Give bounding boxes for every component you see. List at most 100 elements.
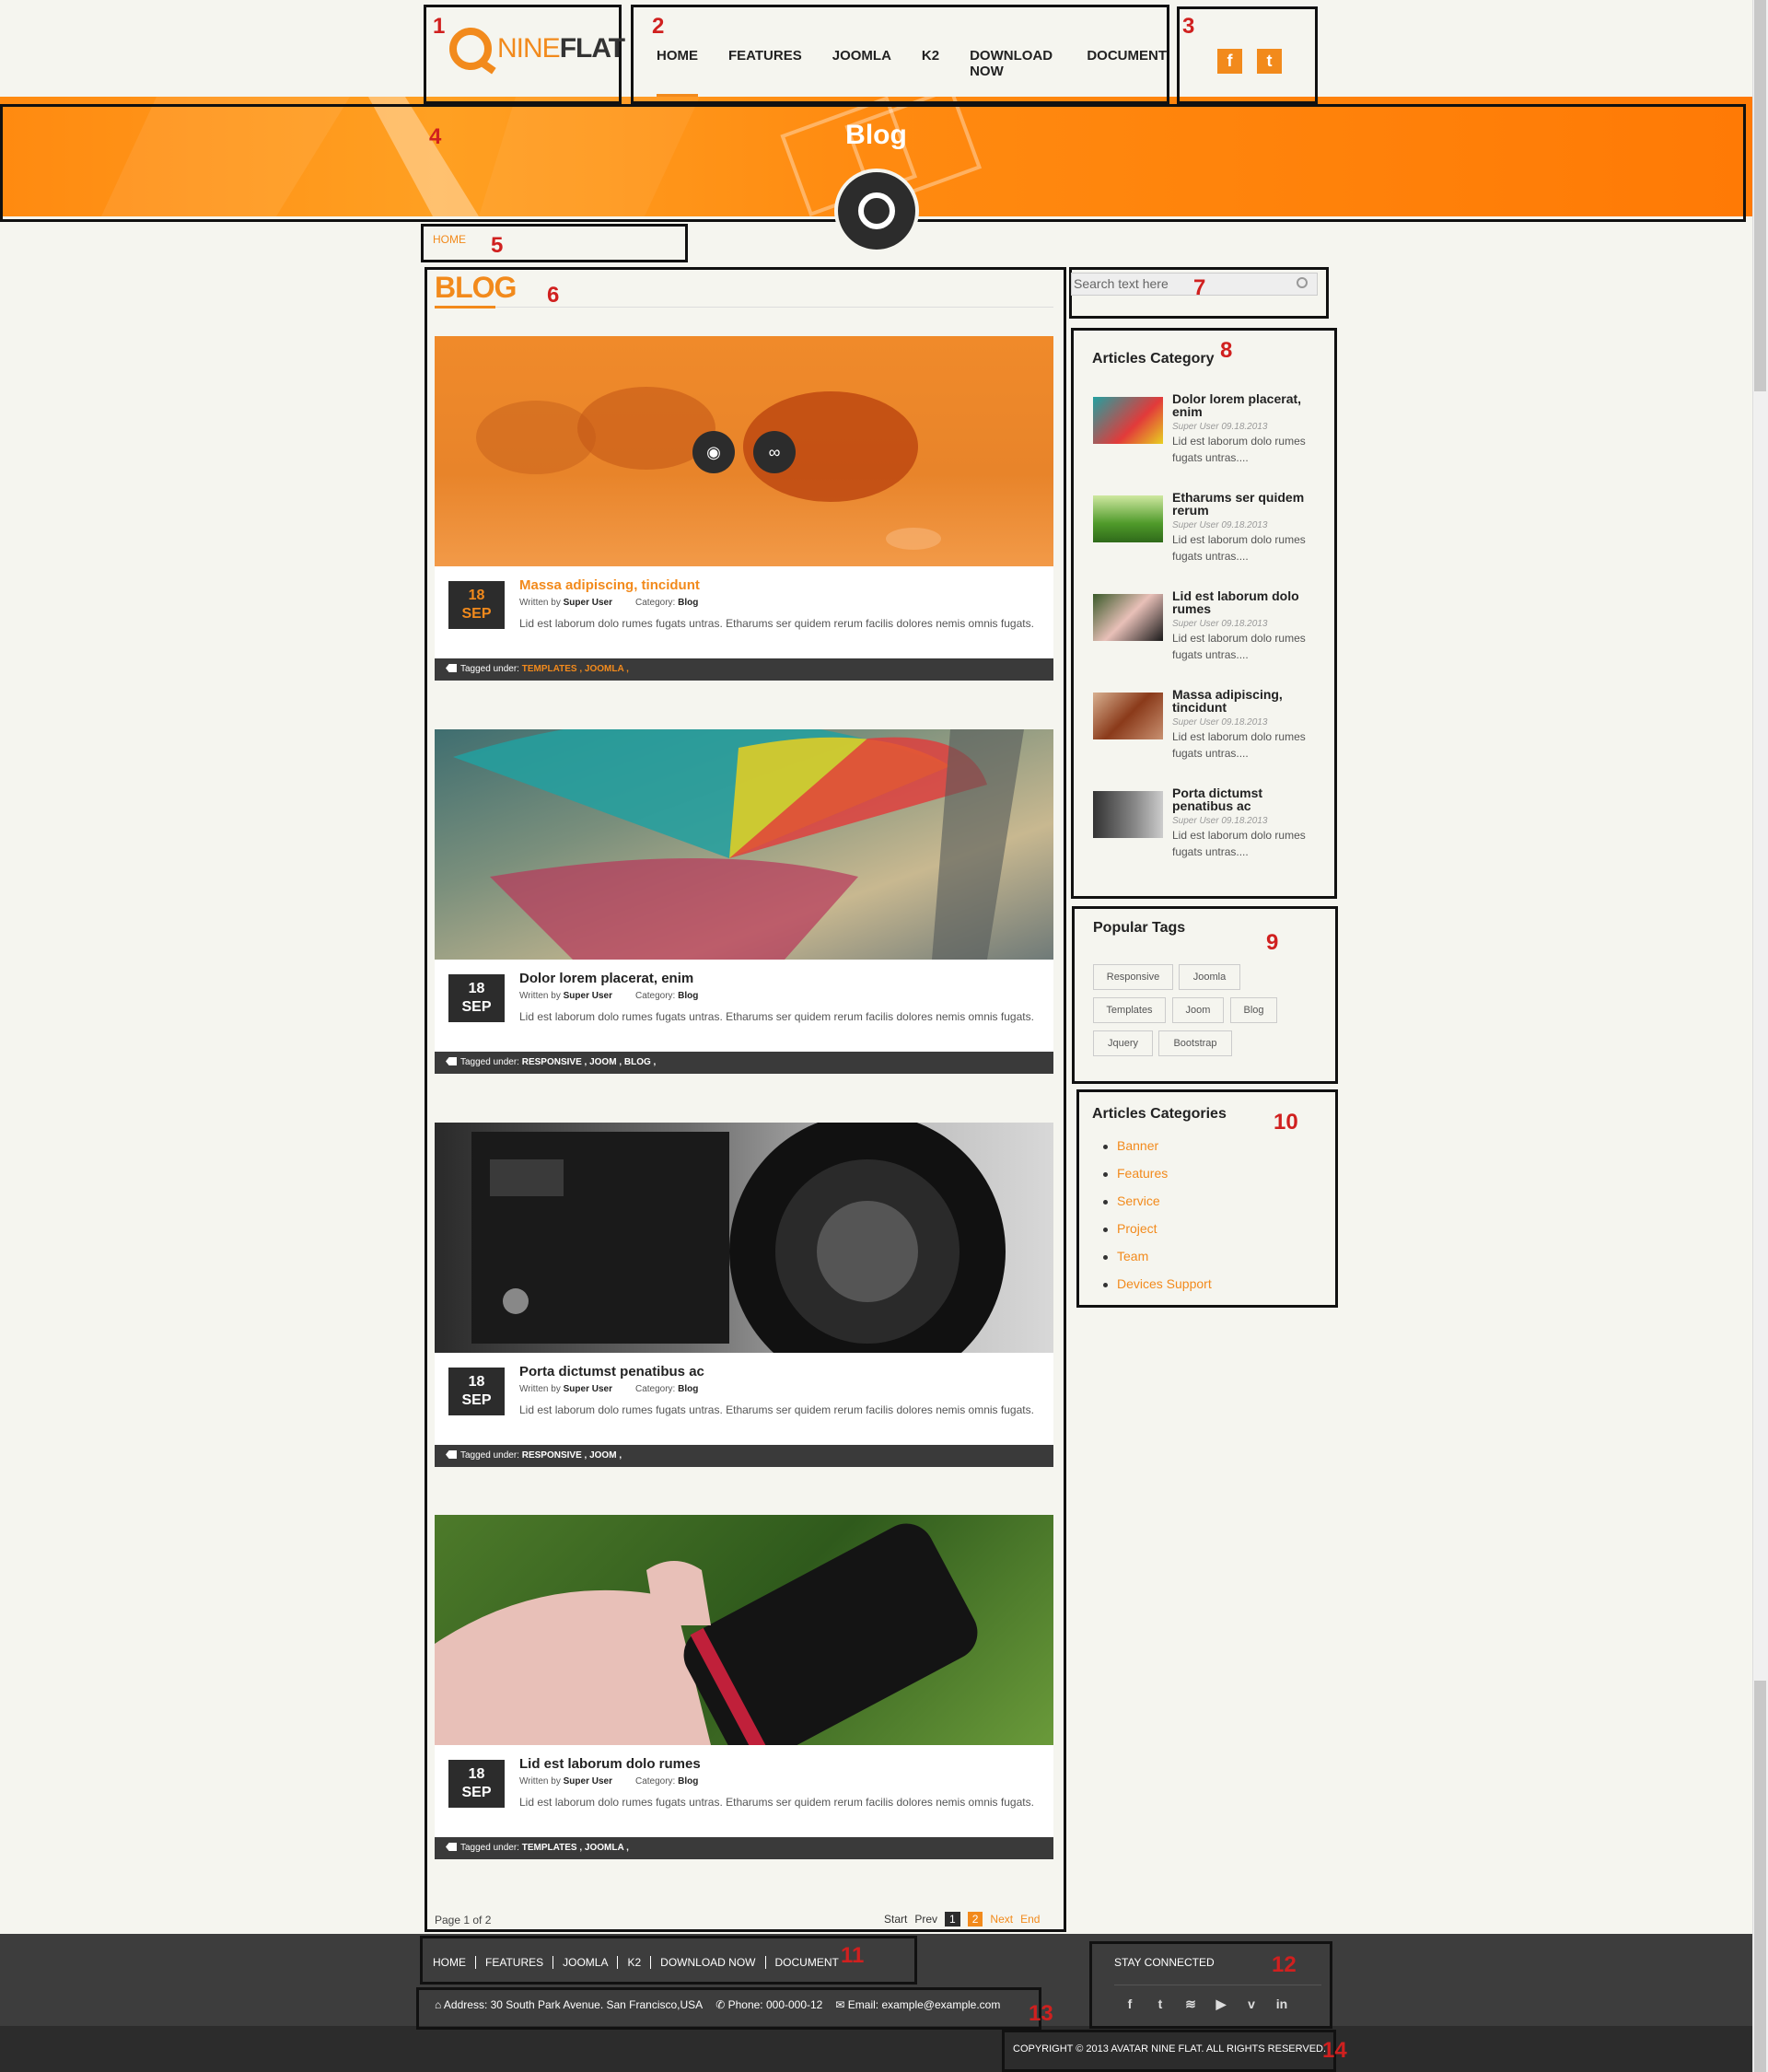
youtube-icon[interactable]: ▶ <box>1214 1996 1228 2012</box>
rss-icon[interactable]: ≋ <box>1183 1996 1198 2012</box>
list-item[interactable]: Massa adipiscing, tincidunt Super User 0… <box>1093 688 1323 771</box>
footer-nav-document[interactable]: DOCUMENT <box>764 1956 848 1969</box>
address-line: ⌂ Address: 30 South Park Avenue. San Fra… <box>435 1998 704 2011</box>
pager-end[interactable]: End <box>1020 1913 1040 1926</box>
list-item-title[interactable]: Lid est laborum dolo rumes <box>1172 589 1320 615</box>
list-item-meta: Super User 09.18.2013 <box>1172 717 1268 728</box>
facebook-icon[interactable]: f <box>1217 49 1242 74</box>
tag-blog[interactable]: Blog <box>1230 997 1277 1023</box>
nav-document[interactable]: DOCUMENT <box>1087 48 1167 79</box>
article-tags: Tagged under: RESPONSIVE , JOOM , <box>435 1445 1053 1467</box>
article-thumbnail[interactable] <box>1093 791 1163 838</box>
article-tag-links[interactable]: TEMPLATES , JOOMLA , <box>522 1843 629 1853</box>
articles-category-panel: Articles Category Dolor lorem placerat, … <box>1071 328 1337 899</box>
article-thumbnail[interactable] <box>1093 693 1163 739</box>
list-item-meta: Super User 09.18.2013 <box>1172 619 1268 629</box>
panel-title: Articles Category <box>1092 351 1215 367</box>
tag-joom[interactable]: Joom <box>1172 997 1224 1023</box>
twitter-icon[interactable]: t <box>1257 49 1282 74</box>
article-category[interactable]: Blog <box>678 598 698 608</box>
nav-joomla[interactable]: JOOMLA <box>832 48 891 79</box>
article-thumbnail[interactable] <box>1093 594 1163 641</box>
scrollbar-thumb[interactable] <box>1754 1681 1766 2072</box>
list-item-excerpt: Lid est laborum dolo rumes fugats untras… <box>1172 533 1306 563</box>
scrollbar-thumb[interactable] <box>1754 0 1766 391</box>
tag-jquery[interactable]: Jquery <box>1093 1030 1153 1056</box>
article-tag-links[interactable]: RESPONSIVE , JOOM , BLOG , <box>522 1057 657 1067</box>
category-link[interactable]: Team <box>1096 1249 1212 1276</box>
zoom-binoculars-icon[interactable]: ◉ <box>692 431 735 473</box>
article-author[interactable]: Super User <box>564 991 612 1001</box>
tag-bootstrap[interactable]: Bootstrap <box>1158 1030 1232 1056</box>
article-excerpt: Lid est laborum dolo rumes fugats untras… <box>519 1010 1034 1023</box>
nav-k2[interactable]: K2 <box>922 48 939 79</box>
tag-icon <box>446 1843 457 1851</box>
article-thumbnail[interactable] <box>1093 397 1163 444</box>
article-image[interactable] <box>435 729 1053 960</box>
article-author[interactable]: Super User <box>564 1384 612 1394</box>
article-category[interactable]: Blog <box>678 1776 698 1787</box>
list-item-title[interactable]: Etharums ser quidem rerum <box>1172 491 1320 517</box>
footer-nav-k2[interactable]: K2 <box>617 1956 650 1969</box>
footer-nav-features[interactable]: FEATURES <box>475 1956 552 1969</box>
article-tag-links[interactable]: TEMPLATES , JOOMLA , <box>522 664 629 674</box>
tag-joomla[interactable]: Joomla <box>1179 964 1240 990</box>
phone-icon: ✆ <box>715 1998 726 2011</box>
list-item-title[interactable]: Dolor lorem placerat, enim <box>1172 392 1320 418</box>
article-date: 18 SEP <box>448 1760 505 1808</box>
list-item-meta: Super User 09.18.2013 <box>1172 422 1268 432</box>
list-item-title[interactable]: Porta dictumst penatibus ac <box>1172 786 1320 812</box>
breadcrumb-home[interactable]: HOME <box>433 233 466 246</box>
search-icon[interactable] <box>1297 277 1308 288</box>
article-title[interactable]: Porta dictumst penatibus ac <box>519 1364 704 1379</box>
footer-nav-download-now[interactable]: DOWNLOAD NOW <box>650 1956 764 1969</box>
facebook-icon[interactable]: f <box>1122 1996 1137 2012</box>
logo-area[interactable]: NINEFLAT <box>424 5 625 104</box>
category-link[interactable]: Project <box>1096 1221 1212 1249</box>
nav-features[interactable]: FEATURES <box>728 48 802 79</box>
twitter-icon[interactable]: t <box>1153 1996 1168 2012</box>
article-image[interactable]: ◉ ∞ <box>435 336 1053 566</box>
footer-nav-home[interactable]: HOME <box>433 1956 475 1969</box>
footer-nav-joomla[interactable]: JOOMLA <box>552 1956 617 1969</box>
pager-page-2[interactable]: 2 <box>967 1912 983 1926</box>
list-item-excerpt: Lid est laborum dolo rumes fugats untras… <box>1172 730 1306 760</box>
article-tags: Tagged under: TEMPLATES , JOOMLA , <box>435 658 1053 681</box>
copyright: COPYRIGHT © 2013 AVATAR NINE FLAT. ALL R… <box>1013 2043 1327 2055</box>
email-line[interactable]: ✉ Email: example@example.com <box>835 1998 1000 2011</box>
category-link[interactable]: Service <box>1096 1193 1212 1221</box>
pager-page-1[interactable]: 1 <box>945 1912 960 1926</box>
vimeo-icon[interactable]: v <box>1244 1996 1259 2012</box>
tag-templates[interactable]: Templates <box>1093 997 1166 1023</box>
nav-home[interactable]: HOME <box>657 48 698 97</box>
article-image[interactable] <box>435 1515 1053 1745</box>
nav-download-now[interactable]: DOWNLOAD NOW <box>970 48 1056 79</box>
category-link[interactable]: Devices Support <box>1096 1276 1212 1304</box>
article-title[interactable]: Massa adipiscing, tincidunt <box>519 577 700 593</box>
list-item[interactable]: Etharums ser quidem rerum Super User 09.… <box>1093 491 1323 574</box>
article-title[interactable]: Dolor lorem placerat, enim <box>519 971 693 986</box>
article-author[interactable]: Super User <box>564 598 612 608</box>
category-link[interactable]: Features <box>1096 1166 1212 1193</box>
logo[interactable]: NINEFLAT <box>449 28 625 70</box>
pager-next[interactable]: Next <box>990 1913 1013 1926</box>
pager-prev[interactable]: Prev <box>914 1913 937 1926</box>
article-thumbnail[interactable] <box>1093 495 1163 542</box>
pager-start[interactable]: Start <box>884 1913 907 1926</box>
article-meta: Written by Super User Category: Blog <box>519 1384 699 1394</box>
article-tags: Tagged under: RESPONSIVE , JOOM , BLOG , <box>435 1052 1053 1074</box>
article-category[interactable]: Blog <box>678 991 698 1001</box>
category-link[interactable]: Banner <box>1096 1138 1212 1166</box>
list-item[interactable]: Lid est laborum dolo rumes Super User 09… <box>1093 589 1323 672</box>
link-icon[interactable]: ∞ <box>753 431 796 473</box>
article-tag-links[interactable]: RESPONSIVE , JOOM , <box>522 1450 622 1461</box>
list-item[interactable]: Dolor lorem placerat, enim Super User 09… <box>1093 392 1323 475</box>
article-image[interactable] <box>435 1123 1053 1353</box>
article-category[interactable]: Blog <box>678 1384 698 1394</box>
list-item-title[interactable]: Massa adipiscing, tincidunt <box>1172 688 1320 714</box>
tag-responsive[interactable]: Responsive <box>1093 964 1173 990</box>
list-item[interactable]: Porta dictumst penatibus ac Super User 0… <box>1093 786 1323 869</box>
linkedin-icon[interactable]: in <box>1274 1996 1289 2012</box>
article-title[interactable]: Lid est laborum dolo rumes <box>519 1756 701 1772</box>
article-author[interactable]: Super User <box>564 1776 612 1787</box>
